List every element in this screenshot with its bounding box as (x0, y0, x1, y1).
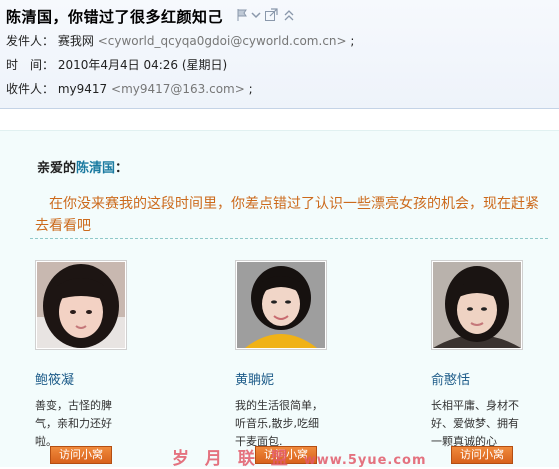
from-row: 发件人： 赛我网 <cyworld_qcyqa0gdoi@cyworld.com… (6, 32, 354, 49)
profile-card: 鲍筱凝 善变，古怪的脾气，亲和力还好啦。 (35, 260, 145, 451)
from-label: 发件人： (6, 34, 55, 48)
dashed-divider (30, 238, 548, 239)
mail-header: 陈清国，你错过了很多红颜知己 发件人： 赛我网 <cyworld_qcyqa0g… (0, 0, 559, 109)
chevron-down-icon[interactable] (249, 8, 263, 22)
to-row: 收件人： my9417 <my9417@163.com> ; (6, 80, 253, 97)
to-name[interactable]: my9417 (58, 82, 107, 96)
profile-name[interactable]: 黄聃妮 (235, 369, 345, 388)
popout-icon[interactable] (264, 8, 278, 22)
time-label: 时 间： (6, 58, 55, 72)
watermark: 岁 月 联 盟 www.5yue.com (172, 444, 427, 469)
flag-icon[interactable] (236, 8, 250, 22)
mail-subject: 陈清国，你错过了很多红颜知己 (6, 8, 224, 26)
to-label: 收件人： (6, 82, 55, 96)
time-value: 2010年4月4日 04:26 (星期日) (57, 58, 228, 72)
watermark-text: 岁 月 联 盟 (172, 449, 293, 469)
visit-button[interactable]: 访问小窝 (50, 446, 112, 464)
greeting: 亲爱的陈清国： (37, 157, 128, 176)
from-separator: ; (350, 34, 355, 48)
collapse-icon[interactable] (282, 8, 296, 22)
greeting-name: 陈清国 (76, 161, 116, 176)
profile-card: 俞憨恬 长相平庸、身材不好、爱做梦、拥有一颗真诚的心 (431, 260, 541, 451)
visit-button[interactable]: 访问小窝 (451, 446, 513, 464)
profile-description: 我的生活很简单，听音乐,散步,吃细干麦面包. (235, 399, 323, 448)
profile-photo[interactable] (35, 260, 127, 350)
greeting-prefix: 亲爱的 (37, 161, 77, 176)
to-address[interactable]: <my9417@163.com> (111, 82, 245, 96)
profile-name[interactable]: 鲍筱凝 (35, 369, 145, 388)
from-address[interactable]: <cyworld_qcyqa0gdoi@cyworld.com.cn> (98, 34, 347, 48)
profile-photo[interactable] (235, 260, 327, 350)
profile-description: 善变，古怪的脾气，亲和力还好啦。 (35, 399, 112, 448)
intro-text: 在你没来赛我的这段时间里，你差点错过了认识一些漂亮女孩的机会，现在赶紧去看看吧 (35, 196, 539, 234)
from-name[interactable]: 赛我网 (58, 34, 94, 48)
profile-name[interactable]: 俞憨恬 (431, 369, 541, 388)
profile-description: 长相平庸、身材不好、爱做梦、拥有一颗真诚的心 (431, 399, 519, 448)
to-separator: ; (248, 82, 253, 96)
time-row: 时 间： 2010年4月4日 04:26 (星期日) (6, 56, 227, 73)
greeting-suffix: ： (115, 161, 129, 176)
profile-card: 黄聃妮 我的生活很简单，听音乐,散步,吃细干麦面包. (235, 260, 345, 451)
profile-photo[interactable] (431, 260, 523, 350)
